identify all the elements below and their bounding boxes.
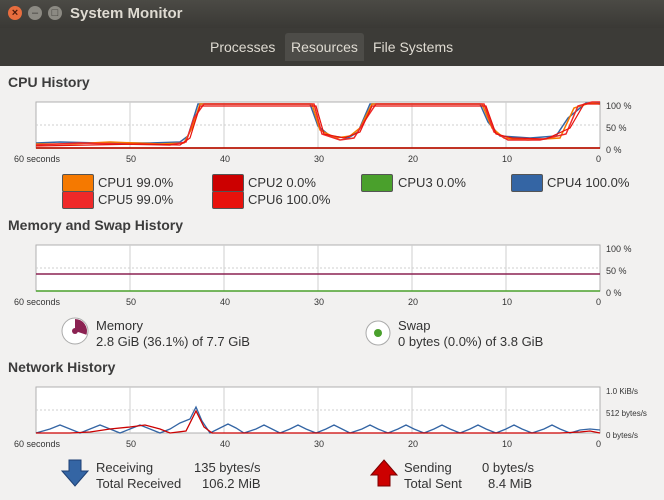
total-received-label: Total Received [96, 476, 182, 491]
cpu6-label: CPU6 [248, 192, 283, 207]
maximize-button[interactable]: □ [48, 6, 62, 20]
memory-ytick-100: 100 % [606, 244, 632, 254]
cpu-ytick-100: 100 % [606, 101, 632, 111]
memory-history-graph: 100 % 50 % 0 % 60 seconds 50 40 30 20 10… [14, 244, 632, 307]
cpu-ytick-0: 0 % [606, 145, 622, 155]
receiving-arrow-icon[interactable] [60, 458, 90, 488]
network-xtick-10: 10 [502, 439, 512, 449]
network-xtick-20: 20 [408, 439, 418, 449]
memory-xtick-10: 10 [502, 297, 512, 307]
network-xtick-0: 0 [596, 439, 601, 449]
cpu4-legend: CPU4 100.0% [547, 175, 629, 190]
cpu3-label: CPU3 [398, 175, 433, 190]
window-title: System Monitor [70, 5, 183, 22]
memory-history-title: Memory and Swap History [8, 217, 184, 233]
cpu4-color-swatch[interactable] [511, 174, 543, 192]
cpu-history-graph: 100 % 50 % 0 % 60 seconds 50 40 30 20 10… [14, 101, 632, 164]
total-sent-value: 8.4 MiB [488, 476, 533, 491]
total-sent-label: Total Sent [404, 476, 462, 491]
memory-xtick-20: 20 [408, 297, 418, 307]
network-xtick-30: 30 [314, 439, 324, 449]
cpu3-legend: CPU3 0.0% [398, 175, 466, 190]
tab-bar: Processes Resources File Systems [0, 28, 664, 66]
sending-value: 0 bytes/s [482, 460, 535, 475]
cpu-xtick-40: 40 [220, 154, 230, 164]
cpu-xtick-0: 0 [596, 154, 601, 164]
memory-ytick-0: 0 % [606, 288, 622, 298]
swap-label: Swap [398, 318, 431, 333]
cpu2-color-swatch[interactable] [212, 174, 244, 192]
cpu3-color-swatch[interactable] [361, 174, 393, 192]
swap-value: 0 bytes (0.0%) of 3.8 GiB [398, 334, 544, 349]
memory-xtick-50: 50 [126, 297, 136, 307]
memory-xtick-30: 30 [314, 297, 324, 307]
cpu-xtick-50: 50 [126, 154, 136, 164]
cpu2-legend: CPU2 0.0% [248, 175, 316, 190]
receiving-label: Receiving [96, 460, 154, 475]
memory-xtick-60: 60 seconds [14, 297, 61, 307]
network-history-graph: 1.0 KiB/s 512 bytes/s 0 bytes/s 60 secon… [14, 386, 647, 449]
cpu2-label: CPU2 [248, 175, 283, 190]
network-ytick-512: 512 bytes/s [606, 409, 647, 418]
cpu1-value: 99.0% [136, 175, 174, 190]
tab-resources[interactable]: Resources [285, 33, 364, 61]
cpu1-color-swatch[interactable] [62, 174, 94, 192]
sending-arrow-icon[interactable] [369, 458, 399, 488]
cpu5-value: 99.0% [136, 192, 174, 207]
network-ytick-0: 0 bytes/s [606, 431, 638, 440]
cpu-xtick-10: 10 [502, 154, 512, 164]
close-button[interactable]: × [8, 6, 22, 20]
tab-file-systems[interactable]: File Systems [367, 33, 459, 61]
cpu4-value: 100.0% [585, 175, 630, 190]
cpu6-legend: CPU6 100.0% [248, 192, 330, 207]
minimize-button[interactable]: – [28, 6, 42, 20]
network-ytick-1kib: 1.0 KiB/s [606, 387, 638, 396]
cpu6-color-swatch[interactable] [212, 191, 244, 209]
cpu-xtick-30: 30 [314, 154, 324, 164]
receiving-value: 135 bytes/s [194, 460, 261, 475]
cpu1-label: CPU1 [98, 175, 133, 190]
swap-pie-icon[interactable] [364, 319, 392, 347]
cpu3-value: 0.0% [436, 175, 466, 190]
cpu5-legend: CPU5 99.0% [98, 192, 173, 207]
memory-value: 2.8 GiB (36.1%) of 7.7 GiB [96, 334, 250, 349]
cpu2-value: 0.0% [286, 175, 316, 190]
cpu-ytick-50: 50 % [606, 123, 627, 133]
network-history-title: Network History [8, 359, 116, 375]
system-monitor-window: × – □ System Monitor Processes Resources… [0, 0, 664, 500]
network-xtick-40: 40 [220, 439, 230, 449]
memory-xtick-40: 40 [220, 297, 230, 307]
total-received-value: 106.2 MiB [202, 476, 261, 491]
memory-label: Memory [96, 318, 143, 333]
cpu6-value: 100.0% [286, 192, 331, 207]
tab-processes[interactable]: Processes [204, 33, 281, 61]
cpu-xtick-60: 60 seconds [14, 154, 61, 164]
cpu5-color-swatch[interactable] [62, 191, 94, 209]
cpu1-legend: CPU1 99.0% [98, 175, 173, 190]
memory-ytick-50: 50 % [606, 266, 627, 276]
memory-xtick-0: 0 [596, 297, 601, 307]
cpu-history-title: CPU History [8, 74, 90, 90]
network-xtick-50: 50 [126, 439, 136, 449]
cpu4-label: CPU4 [547, 175, 582, 190]
cpu5-label: CPU5 [98, 192, 133, 207]
sending-label: Sending [404, 460, 452, 475]
memory-pie-icon[interactable] [60, 316, 90, 346]
cpu-xtick-20: 20 [408, 154, 418, 164]
network-xtick-60: 60 seconds [14, 439, 61, 449]
title-bar: × – □ System Monitor [0, 0, 664, 28]
